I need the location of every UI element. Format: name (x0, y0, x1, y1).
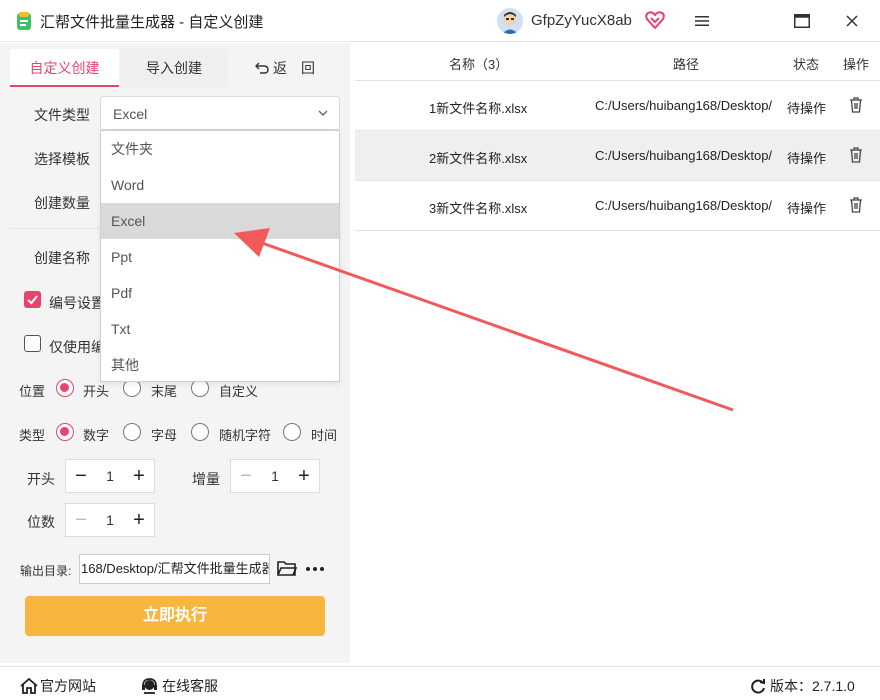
dropdown-option-other[interactable]: 其他 (101, 347, 339, 383)
radio-type-number-label: 数字 (83, 428, 110, 443)
menu-icon[interactable] (691, 10, 713, 32)
radio-position-custom-label: 自定义 (219, 384, 259, 399)
row-name: 2新文件名称.xlsx (429, 151, 528, 166)
title-bar: 汇帮文件批量生成器 - 自定义创建 GfpZyYucX8ab (0, 0, 880, 42)
app-logo-icon (17, 12, 31, 30)
name-label: 创建名称 (34, 250, 90, 266)
creation-tabs: 自定义创建 导入创建 返 回 (10, 49, 340, 87)
close-icon[interactable] (841, 10, 863, 32)
row-path: C:/Users/huibang168/Desktop/ (595, 98, 773, 113)
support-label: 在线客服 (162, 678, 218, 694)
only-numbering-label: 仅使用编 (49, 339, 105, 355)
maximize-icon[interactable] (791, 10, 813, 32)
digits-value[interactable]: 1 (96, 504, 124, 536)
output-label: 输出目录: (20, 564, 72, 578)
digits-minus-button[interactable]: − (66, 504, 96, 536)
radio-type-time-label: 时间 (311, 428, 338, 443)
avatar-icon[interactable] (497, 8, 523, 34)
template-label: 选择模板 (34, 151, 90, 167)
radio-type-time[interactable] (283, 423, 301, 441)
more-icon[interactable] (305, 560, 325, 577)
increment-label: 增量 (192, 471, 220, 487)
radio-type-random[interactable] (191, 423, 209, 441)
table-row[interactable]: 1新文件名称.xlsx C:/Users/huibang168/Desktop/… (355, 81, 880, 131)
back-button[interactable]: 返 回 (235, 49, 335, 87)
row-status: 待操作 (787, 151, 827, 166)
column-header-status: 状态 (793, 57, 820, 72)
tab-custom-create[interactable]: 自定义创建 (10, 49, 119, 87)
trash-icon[interactable] (849, 146, 863, 163)
radio-type-letter-label: 字母 (151, 428, 178, 443)
dropdown-option-excel[interactable]: Excel (101, 203, 339, 239)
column-header-action: 操作 (843, 57, 870, 72)
username: GfpZyYucX8ab (531, 12, 632, 29)
row-status: 待操作 (787, 201, 827, 216)
table-row[interactable]: 3新文件名称.xlsx C:/Users/huibang168/Desktop/… (355, 181, 880, 231)
radio-position-start-label: 开头 (83, 384, 110, 399)
row-name: 3新文件名称.xlsx (429, 201, 528, 216)
position-label: 位置 (19, 384, 46, 399)
type-label: 类型 (19, 428, 46, 443)
table-header: 名称（3） 路径 状态 操作 (355, 43, 880, 81)
start-plus-button[interactable]: + (124, 460, 154, 492)
start-stepper: − 1 + (65, 459, 155, 493)
digits-stepper: − 1 + (65, 503, 155, 537)
row-path: C:/Users/huibang168/Desktop/ (595, 198, 773, 213)
column-header-path: 路径 (673, 57, 700, 72)
headset-icon (142, 678, 157, 694)
back-label: 返 回 (273, 60, 315, 76)
version-info[interactable]: 版本：2.7.1.0 (750, 676, 855, 696)
increment-plus-button[interactable]: + (289, 460, 319, 492)
trash-icon[interactable] (849, 96, 863, 113)
file-type-value: Excel (113, 106, 148, 122)
row-name: 1新文件名称.xlsx (429, 101, 528, 116)
digits-label: 位数 (27, 514, 55, 530)
row-path: C:/Users/huibang168/Desktop/ (595, 148, 773, 163)
table-row[interactable]: 2新文件名称.xlsx C:/Users/huibang168/Desktop/… (355, 131, 880, 181)
count-label: 创建数量 (34, 195, 90, 211)
start-minus-button[interactable]: − (66, 460, 96, 492)
website-label: 官方网站 (40, 678, 96, 694)
home-icon (20, 677, 38, 694)
folder-icon[interactable] (277, 560, 297, 577)
refresh-icon (751, 679, 765, 694)
dropdown-option-pdf[interactable]: Pdf (101, 275, 339, 311)
file-type-label: 文件类型 (34, 107, 90, 123)
only-numbering-checkbox[interactable] (24, 335, 41, 352)
version-label: 版本：2.7.1.0 (770, 678, 855, 694)
website-link[interactable]: 官方网站 (20, 676, 96, 696)
radio-type-letter[interactable] (123, 423, 141, 441)
radio-position-start[interactable] (56, 379, 74, 397)
numbering-label: 编号设置 (49, 295, 105, 311)
dropdown-option-ppt[interactable]: Ppt (101, 239, 339, 275)
numbering-checkbox[interactable] (24, 291, 41, 308)
radio-type-number[interactable] (56, 423, 74, 441)
undo-icon (255, 62, 269, 74)
chevron-down-icon (318, 110, 328, 116)
file-type-select[interactable]: Excel (100, 96, 340, 130)
trash-icon[interactable] (849, 196, 863, 213)
bottom-bar: 官方网站 在线客服 版本：2.7.1.0 (0, 666, 880, 700)
increment-minus-button[interactable]: − (231, 460, 261, 492)
app-title: 汇帮文件批量生成器 - 自定义创建 (40, 14, 264, 31)
radio-type-random-label: 随机字符 (219, 428, 272, 443)
vip-heart-icon[interactable] (645, 11, 665, 29)
dropdown-option-word[interactable]: Word (101, 167, 339, 203)
output-path-input[interactable]: 168/Desktop/汇帮文件批量生成器 (79, 554, 270, 584)
column-header-name: 名称（3） (449, 57, 509, 72)
increment-value[interactable]: 1 (261, 460, 289, 492)
dropdown-option-folder[interactable]: 文件夹 (101, 131, 339, 167)
digits-plus-button[interactable]: + (124, 504, 154, 536)
start-value[interactable]: 1 (96, 460, 124, 492)
tab-import-create[interactable]: 导入创建 (120, 49, 228, 87)
start-label: 开头 (27, 471, 55, 487)
support-link[interactable]: 在线客服 (141, 676, 218, 696)
dropdown-option-txt[interactable]: Txt (101, 311, 339, 347)
row-status: 待操作 (787, 101, 827, 116)
run-button[interactable]: 立即执行 (25, 596, 325, 636)
file-type-dropdown: 文件夹 Word Excel Ppt Pdf Txt 其他 (100, 130, 340, 382)
radio-position-end-label: 末尾 (151, 384, 178, 399)
increment-stepper: − 1 + (230, 459, 320, 493)
